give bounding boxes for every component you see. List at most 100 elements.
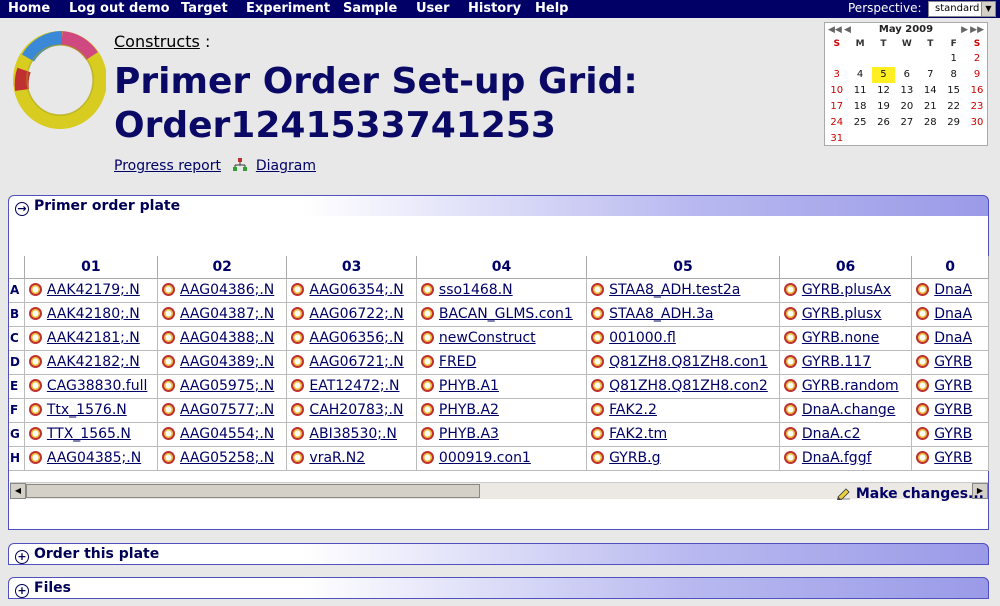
calendar-day[interactable]: 30 — [965, 115, 988, 131]
menu-help[interactable]: Help — [535, 1, 568, 16]
menu-experiment[interactable]: Experiment — [246, 1, 330, 16]
construct-link[interactable]: GYRB.none — [802, 330, 879, 346]
calendar-day[interactable]: 28 — [919, 115, 942, 131]
calendar-day[interactable]: 4 — [848, 67, 871, 83]
construct-link[interactable]: DnaA — [934, 306, 972, 322]
calendar-day[interactable]: 7 — [919, 67, 942, 83]
construct-link[interactable]: BACAN_GLMS.con1 — [439, 306, 573, 322]
construct-link[interactable]: AAK42180;.N — [47, 306, 140, 322]
panel-header-order-this-plate[interactable]: + Order this plate — [8, 543, 989, 565]
diagram-link[interactable]: Diagram — [256, 158, 316, 174]
scroll-left-icon[interactable]: ◀ — [10, 483, 26, 499]
construct-link[interactable]: AAG05975;.N — [180, 378, 274, 394]
menu-target[interactable]: Target — [181, 1, 228, 16]
prev-year-icon[interactable]: ◀◀ — [828, 23, 842, 37]
construct-link[interactable]: FRED — [439, 354, 476, 370]
calendar-day[interactable]: 19 — [872, 99, 895, 115]
calendar-day[interactable]: 16 — [965, 83, 988, 99]
construct-link[interactable]: STAA8_ADH.3a — [609, 306, 713, 322]
prev-month-icon[interactable]: ◀ — [844, 23, 851, 37]
construct-link[interactable]: EAT12472;.N — [309, 378, 399, 394]
menu-home[interactable]: Home — [8, 1, 50, 16]
construct-link[interactable]: PHYB.A2 — [439, 402, 499, 418]
construct-link[interactable]: GYRB — [934, 402, 972, 418]
calendar-day[interactable]: 2 — [965, 51, 988, 67]
construct-link[interactable]: ABI38530;.N — [309, 426, 397, 442]
construct-link[interactable]: Q81ZH8.Q81ZH8.con1 — [609, 354, 768, 370]
calendar-day[interactable]: 18 — [848, 99, 871, 115]
calendar-day[interactable]: 24 — [825, 115, 848, 131]
menu-history[interactable]: History — [468, 1, 521, 16]
plate-grid-scroll[interactable]: 01 02 03 04 05 06 0 A AAK42179;.N AAG04386;.N AAG… — [9, 256, 989, 482]
construct-link[interactable]: AAG04386;.N — [180, 282, 274, 298]
construct-link[interactable]: sso1468.N — [439, 282, 513, 298]
panel-header-primer-order-plate[interactable]: → Primer order plate — [8, 195, 989, 217]
construct-link[interactable]: DnaA.fggf — [802, 450, 872, 466]
calendar-day[interactable]: 22 — [942, 99, 965, 115]
construct-link[interactable]: FAK2.2 — [609, 402, 657, 418]
breadcrumb-constructs-link[interactable]: Constructs — [114, 32, 200, 51]
calendar-day[interactable]: 11 — [848, 83, 871, 99]
construct-link[interactable]: PHYB.A3 — [439, 426, 499, 442]
construct-link[interactable]: Ttx_1576.N — [47, 402, 127, 418]
calendar-day[interactable]: 8 — [942, 67, 965, 83]
calendar-day[interactable]: 23 — [965, 99, 988, 115]
progress-report-link[interactable]: Progress report — [114, 158, 221, 174]
construct-link[interactable]: vraR.N2 — [309, 450, 365, 466]
construct-link[interactable]: GYRB.random — [802, 378, 899, 394]
construct-link[interactable]: DnaA.change — [802, 402, 896, 418]
construct-link[interactable]: DnaA — [934, 330, 972, 346]
calendar-day[interactable]: 13 — [895, 83, 918, 99]
construct-link[interactable]: newConstruct — [439, 330, 536, 346]
construct-link[interactable]: AAG06722;.N — [309, 306, 403, 322]
calendar-day[interactable]: 3 — [825, 67, 848, 83]
construct-link[interactable]: GYRB.plusx — [802, 306, 882, 322]
calendar-day[interactable]: 9 — [965, 67, 988, 83]
construct-link[interactable]: GYRB — [934, 426, 972, 442]
calendar-day[interactable]: 26 — [872, 115, 895, 131]
calendar-day[interactable]: 12 — [872, 83, 895, 99]
construct-link[interactable]: AAK42182;.N — [47, 354, 140, 370]
construct-link[interactable]: 001000.fl — [609, 330, 676, 346]
construct-link[interactable]: TTX_1565.N — [47, 426, 131, 442]
construct-link[interactable]: CAH20783;.N — [309, 402, 403, 418]
perspective-select[interactable]: standard ▼ — [928, 1, 996, 17]
calendar-day[interactable]: 29 — [942, 115, 965, 131]
calendar-day[interactable]: 1 — [942, 51, 965, 67]
menu-sample[interactable]: Sample — [343, 1, 397, 16]
calendar-day[interactable]: 6 — [895, 67, 918, 83]
construct-link[interactable]: FAK2.tm — [609, 426, 667, 442]
construct-link[interactable]: PHYB.A1 — [439, 378, 499, 394]
calendar-day[interactable]: 20 — [895, 99, 918, 115]
scrollbar-thumb[interactable] — [26, 484, 480, 498]
construct-link[interactable]: AAG04388;.N — [180, 330, 274, 346]
construct-link[interactable]: AAK42179;.N — [47, 282, 140, 298]
construct-link[interactable]: GYRB.117 — [802, 354, 871, 370]
construct-link[interactable]: Q81ZH8.Q81ZH8.con2 — [609, 378, 768, 394]
construct-link[interactable]: GYRB.g — [609, 450, 660, 466]
calendar-day[interactable]: 31 — [825, 131, 848, 147]
construct-link[interactable]: AAG05258;.N — [180, 450, 274, 466]
construct-link[interactable]: 000919.con1 — [439, 450, 531, 466]
calendar-day[interactable]: 25 — [848, 115, 871, 131]
construct-link[interactable]: AAG07577;.N — [180, 402, 274, 418]
construct-link[interactable]: DnaA.c2 — [802, 426, 861, 442]
construct-link[interactable]: CAG38830.full — [47, 378, 148, 394]
construct-link[interactable]: AAG04385;.N — [47, 450, 141, 466]
menu-logout[interactable]: Log out demo — [69, 1, 170, 16]
construct-link[interactable]: AAG04387;.N — [180, 306, 274, 322]
next-month-icon[interactable]: ▶ — [961, 23, 968, 37]
calendar-day[interactable]: 15 — [942, 83, 965, 99]
calendar-day[interactable]: 14 — [919, 83, 942, 99]
calendar-day[interactable]: 21 — [919, 99, 942, 115]
panel-header-files[interactable]: + Files — [8, 577, 989, 599]
menu-user[interactable]: User — [416, 1, 450, 16]
calendar-day[interactable]: 17 — [825, 99, 848, 115]
construct-link[interactable]: AAG06354;.N — [309, 282, 403, 298]
next-year-icon[interactable]: ▶▶ — [970, 23, 984, 37]
construct-link[interactable]: AAK42181;.N — [47, 330, 140, 346]
construct-link[interactable]: GYRB — [934, 354, 972, 370]
construct-link[interactable]: AAG04554;.N — [180, 426, 274, 442]
construct-link[interactable]: AAG06721;.N — [309, 354, 403, 370]
make-changes-button[interactable]: Make changes... — [836, 486, 984, 502]
